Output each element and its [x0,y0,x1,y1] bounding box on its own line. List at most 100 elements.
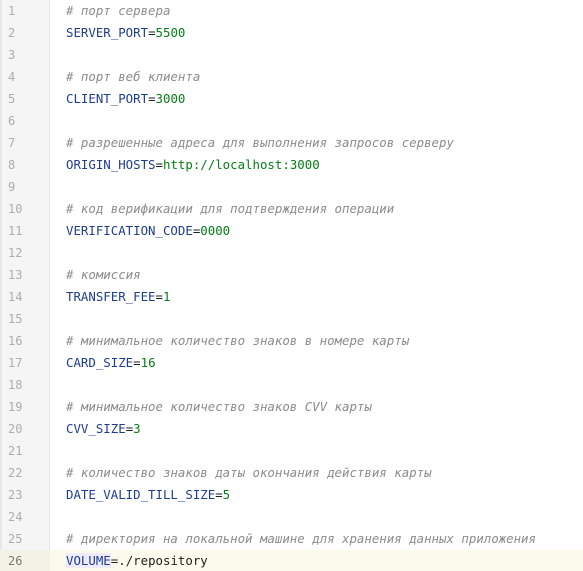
line-number: 15 [8,312,23,326]
line-number: 18 [8,378,23,392]
editor-line[interactable]: 10 # код верификации для подтверждения оп… [0,198,583,220]
editor-line[interactable]: 9 [0,176,583,198]
line-code[interactable]: # минимальное количество знаков в номере… [66,330,409,352]
line-code[interactable]: # порт веб клиента [66,66,200,88]
editor-line[interactable]: 11 VERIFICATION_CODE=0000 [0,220,583,242]
line-number: 9 [8,180,16,194]
line-code[interactable]: ORIGIN_HOSTS=http://localhost:3000 [66,154,320,176]
equals-sign: = [215,487,223,502]
line-number: 17 [8,356,23,370]
line-number: 19 [8,400,23,414]
line-code[interactable]: CARD_SIZE=16 [66,352,156,374]
editor-line[interactable]: 4 # порт веб клиента [0,66,583,88]
line-number: 11 [8,224,23,238]
editor-line[interactable]: 16 # минимальное количество знаков в номе… [0,330,583,352]
code-comment: # порт сервера [66,3,171,18]
editor-line[interactable]: 24 [0,506,583,528]
editor-line-current[interactable]: 26 VOLUME=./repository [0,550,583,571]
line-number: 6 [8,114,16,128]
line-code[interactable]: # код верификации для подтверждения опер… [66,198,394,220]
editor-line[interactable]: 21 [0,440,583,462]
line-code[interactable]: SERVER_PORT=5500 [66,22,185,44]
equals-sign: = [148,25,156,40]
line-number: 23 [8,488,23,502]
code-comment: # директория на локальной машине для хра… [66,531,536,546]
line-code[interactable]: # количество знаков даты окончания дейст… [66,462,432,484]
env-key: TRANSFER_FEE [66,289,156,304]
env-key: SERVER_PORT [66,25,149,40]
line-number: 5 [8,92,16,106]
editor-line[interactable]: 14 TRANSFER_FEE=1 [0,286,583,308]
line-number: 1 [8,4,16,18]
editor-line[interactable]: 5 CLIENT_PORT=3000 [0,88,583,110]
line-number: 20 [8,422,23,436]
line-code[interactable]: # порт сервера [66,0,170,22]
editor-line[interactable]: 2 SERVER_PORT=5500 [0,22,583,44]
env-value: 5 [222,487,231,502]
editor-lines[interactable]: 1 # порт сервера 2 SERVER_PORT=5500 3 4 # порт… [0,0,583,571]
line-code[interactable]: CLIENT_PORT=3000 [66,88,185,110]
editor-line[interactable]: 7 # разрешенные адреса для выполнения зап… [0,132,583,154]
env-value: 0000 [200,223,231,238]
code-comment: # минимальное количество знаков CVV карт… [66,399,372,414]
editor-line[interactable]: 23 DATE_VALID_TILL_SIZE=5 [0,484,583,506]
editor-line[interactable]: 17 CARD_SIZE=16 [0,352,583,374]
line-code[interactable]: DATE_VALID_TILL_SIZE=5 [66,484,230,506]
code-comment: # разрешенные адреса для выполнения запр… [66,135,454,150]
editor-line[interactable]: 19 # минимальное количество знаков CVV ка… [0,396,583,418]
env-key: VERIFICATION_CODE [66,223,193,238]
editor-line[interactable]: 20 CVV_SIZE=3 [0,418,583,440]
line-number: 4 [8,70,16,84]
line-number: 14 [8,290,23,304]
line-code[interactable]: VOLUME=./repository [66,550,208,571]
line-number: 26 [0,550,50,571]
equals-sign: = [155,289,163,304]
env-value: 16 [140,355,156,370]
editor-line[interactable]: 13 # комиссия [0,264,583,286]
equals-sign: = [133,355,141,370]
editor-line[interactable]: 3 [0,44,583,66]
line-number: 25 [8,532,23,546]
env-key: ORIGIN_HOSTS [66,157,156,172]
line-number: 12 [8,246,23,260]
env-value: 3 [133,421,141,436]
env-value: 1 [163,289,171,304]
line-number: 7 [8,136,16,150]
editor-line[interactable]: 18 [0,374,583,396]
env-value: http://localhost:3000 [163,157,320,172]
line-code[interactable]: VERIFICATION_CODE=0000 [66,220,230,242]
env-key: VOLUME [66,553,111,568]
line-code[interactable]: # разрешенные адреса для выполнения запр… [66,132,454,154]
env-key: CARD_SIZE [66,355,134,370]
code-comment: # количество знаков даты окончания дейст… [66,465,432,480]
env-key: CVV_SIZE [66,421,126,436]
line-code[interactable]: CVV_SIZE=3 [66,418,141,440]
equals-sign: = [148,91,156,106]
editor-line[interactable]: 1 # порт сервера [0,0,583,22]
env-value: ./repository [118,553,208,568]
editor-line[interactable]: 25 # директория на локальной машине для х… [0,528,583,550]
line-number: 16 [8,334,23,348]
line-code[interactable]: # комиссия [66,264,141,286]
env-value: 5500 [155,25,186,40]
line-code[interactable]: # директория на локальной машине для хра… [66,528,536,550]
env-key: DATE_VALID_TILL_SIZE [66,487,216,502]
equals-sign: = [155,157,163,172]
env-key: CLIENT_PORT [66,91,149,106]
editor-line[interactable]: 6 [0,110,583,132]
line-code[interactable]: # минимальное количество знаков CVV карт… [66,396,372,418]
editor-line[interactable]: 15 [0,308,583,330]
editor-line[interactable]: 22 # количество знаков даты окончания дей… [0,462,583,484]
code-editor[interactable]: 1 # порт сервера 2 SERVER_PORT=5500 3 4 # порт… [0,0,583,571]
editor-line[interactable]: 8 ORIGIN_HOSTS=http://localhost:3000 [0,154,583,176]
line-number: 3 [8,48,16,62]
line-code[interactable]: TRANSFER_FEE=1 [66,286,170,308]
code-comment: # порт веб клиента [66,69,201,84]
line-number: 24 [8,510,23,524]
code-comment: # код верификации для подтверждения опер… [66,201,395,216]
line-number: 13 [8,268,23,282]
line-number: 10 [8,202,23,216]
editor-line[interactable]: 12 [0,242,583,264]
line-number: 22 [8,466,23,480]
code-comment: # комиссия [66,267,141,282]
